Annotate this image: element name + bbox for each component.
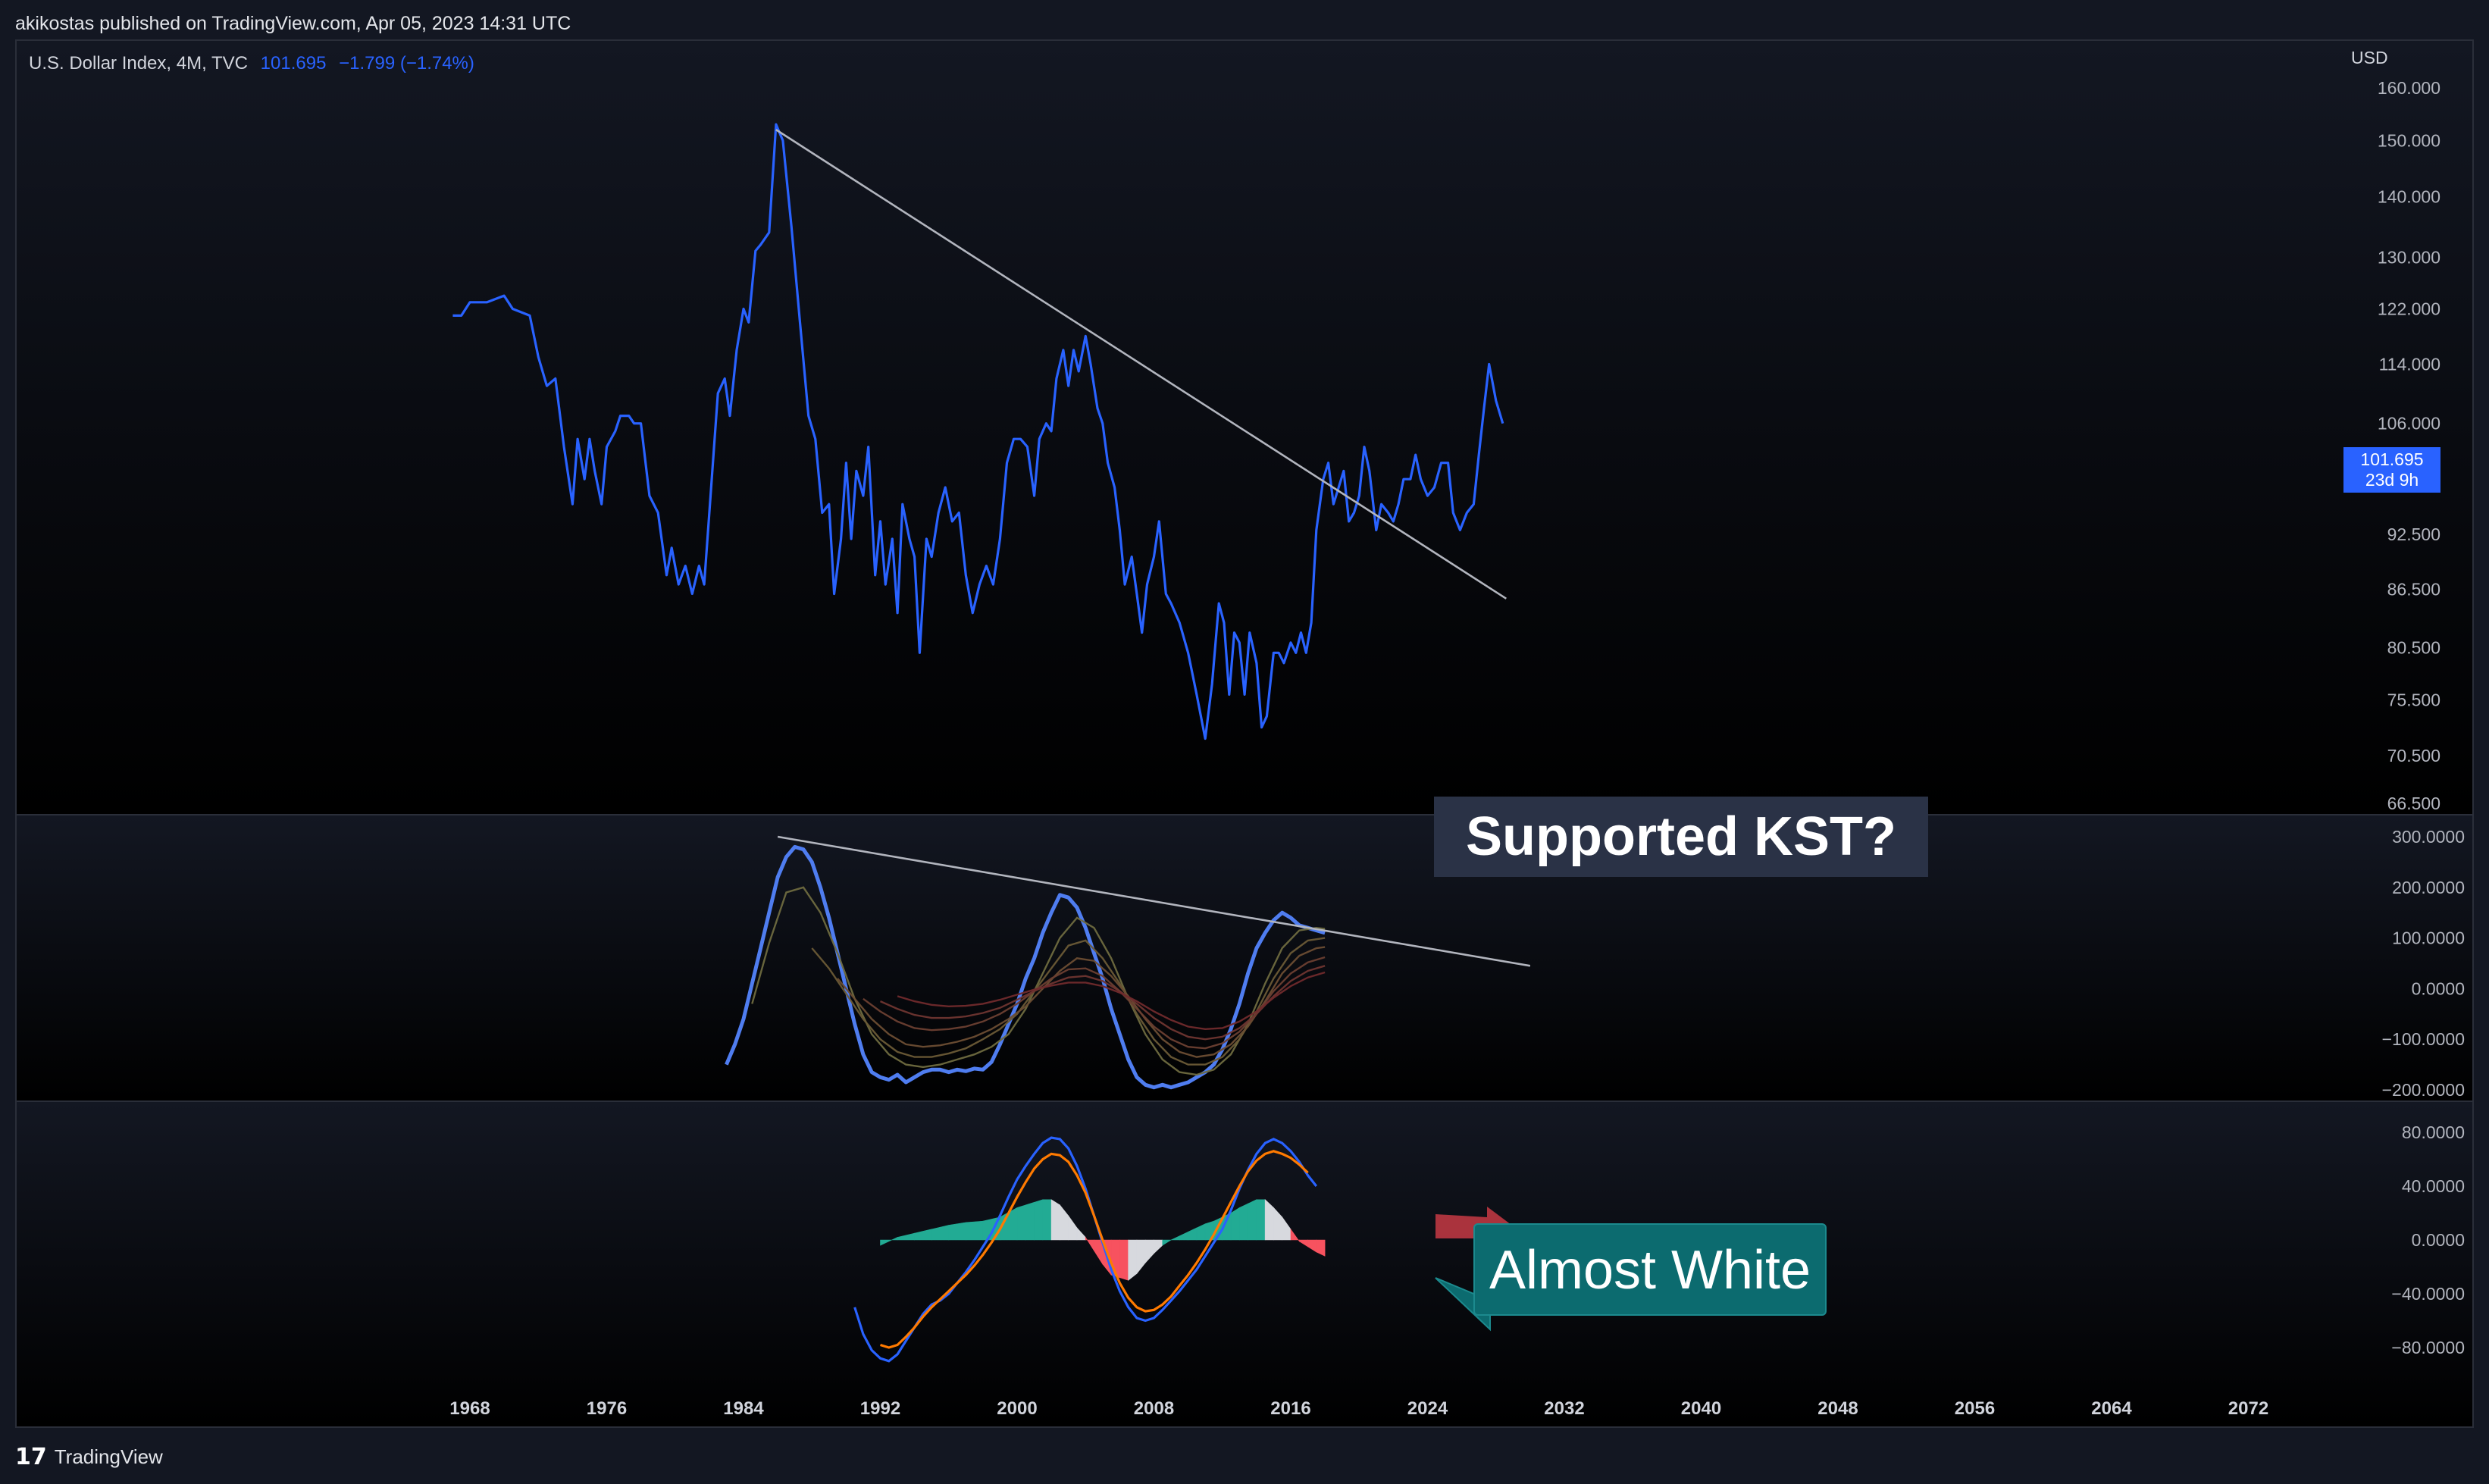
macd-histogram-bar bbox=[1025, 1201, 1035, 1241]
pane-background-2 bbox=[17, 816, 2472, 1100]
time-axis-tick: 2072 bbox=[2228, 1398, 2268, 1419]
time-axis-tick: 2048 bbox=[1817, 1398, 1858, 1419]
price-axis-tick: 92.500 bbox=[2387, 524, 2440, 544]
kst-axis-tick: 0.0000 bbox=[2412, 978, 2465, 998]
pane-background-3 bbox=[17, 1102, 2472, 1426]
macd-histogram-bar bbox=[1256, 1199, 1266, 1241]
time-axis-tick: 1992 bbox=[860, 1398, 900, 1419]
chart-frame[interactable]: USD 160.000 150.000 140.000 130.000 122.000 11… bbox=[15, 39, 2474, 1428]
bar-countdown: 23d 9h bbox=[2365, 470, 2419, 490]
price-axis-tick: 70.500 bbox=[2387, 746, 2440, 765]
last-price: 101.695 bbox=[260, 53, 327, 74]
symbol-legend[interactable]: U.S. Dollar Index, 4M, TVC 101.695 −1.79… bbox=[29, 52, 474, 76]
callout-almost-white[interactable]: Almost White bbox=[1473, 1223, 1827, 1316]
macd-histogram-bar bbox=[1050, 1199, 1060, 1241]
pane-background-1 bbox=[17, 41, 2472, 814]
axis-unit-usd: USD bbox=[2351, 48, 2388, 67]
current-price-value: 101.695 bbox=[2360, 449, 2424, 469]
footer: 17 TradingView bbox=[15, 1440, 163, 1473]
tradingview-brand: TradingView bbox=[54, 1445, 163, 1468]
price-axis-tick: 160.000 bbox=[2378, 78, 2440, 98]
publish-header: akikostas published on TradingView.com, … bbox=[15, 13, 571, 34]
time-axis-tick: 2032 bbox=[1544, 1398, 1584, 1419]
macd-axis-tick: −40.0000 bbox=[2391, 1284, 2465, 1304]
time-axis-tick: 2016 bbox=[1270, 1398, 1310, 1419]
macd-histogram-bar bbox=[1016, 1204, 1026, 1241]
current-price-label: 101.695 23d 9h bbox=[2343, 447, 2440, 493]
macd-axis-tick: 0.0000 bbox=[2412, 1230, 2465, 1250]
macd-histogram-bar bbox=[1042, 1199, 1052, 1241]
time-axis-tick: 2040 bbox=[1681, 1398, 1721, 1419]
price-axis-tick: 150.000 bbox=[2378, 130, 2440, 150]
time-axis-tick: 1968 bbox=[449, 1398, 490, 1419]
macd-histogram-bar bbox=[1119, 1239, 1129, 1281]
kst-axis-tick: −100.0000 bbox=[2382, 1029, 2465, 1049]
macd-histogram-bar bbox=[1128, 1239, 1138, 1281]
price-axis-tick: 106.000 bbox=[2378, 414, 2440, 434]
macd-histogram-bar bbox=[948, 1222, 966, 1241]
kst-axis-tick: 100.0000 bbox=[2392, 928, 2465, 948]
tradingview-logo-icon: 17 bbox=[15, 1443, 47, 1470]
price-change: −1.799 (−1.74%) bbox=[339, 53, 474, 74]
kst-axis-tick: −200.0000 bbox=[2382, 1080, 2465, 1100]
time-axis-tick: 1984 bbox=[723, 1398, 764, 1419]
price-axis-tick: 122.000 bbox=[2378, 299, 2440, 319]
time-axis-tick: 1976 bbox=[587, 1398, 627, 1419]
time-axis-tick: 2064 bbox=[2091, 1398, 2132, 1419]
kst-axis-tick: 300.0000 bbox=[2392, 827, 2465, 847]
price-axis-tick: 114.000 bbox=[2379, 354, 2440, 374]
macd-histogram-bar bbox=[966, 1220, 984, 1241]
chart-canvas[interactable]: USD 160.000 150.000 140.000 130.000 122.000 11… bbox=[17, 41, 2472, 1426]
macd-histogram-bar bbox=[1034, 1199, 1044, 1241]
symbol-name: U.S. Dollar Index, 4M, TVC bbox=[29, 53, 248, 74]
time-axis-tick: 2024 bbox=[1407, 1398, 1448, 1419]
time-axis-tick: 2056 bbox=[1955, 1398, 1995, 1419]
price-axis-tick: 75.500 bbox=[2387, 690, 2440, 710]
macd-histogram-bar bbox=[1230, 1207, 1240, 1241]
time-axis-tick: 2008 bbox=[1134, 1398, 1174, 1419]
macd-axis-tick: 40.0000 bbox=[2402, 1176, 2465, 1196]
macd-axis-tick: −80.0000 bbox=[2391, 1338, 2465, 1357]
kst-axis-tick: 200.0000 bbox=[2392, 878, 2465, 897]
macd-axis-tick: 80.0000 bbox=[2402, 1122, 2465, 1142]
macd-histogram-bar bbox=[1248, 1199, 1257, 1241]
price-axis-tick: 86.500 bbox=[2387, 579, 2440, 599]
callout-supported-kst[interactable]: Supported KST? bbox=[1434, 797, 1928, 877]
price-axis-tick: 140.000 bbox=[2378, 187, 2440, 207]
price-axis-tick: 130.000 bbox=[2378, 247, 2440, 267]
price-axis-tick: 80.500 bbox=[2387, 638, 2440, 658]
price-axis-tick: 66.500 bbox=[2387, 794, 2440, 813]
time-axis-tick: 2000 bbox=[997, 1398, 1037, 1419]
macd-histogram-bar bbox=[1239, 1203, 1248, 1241]
